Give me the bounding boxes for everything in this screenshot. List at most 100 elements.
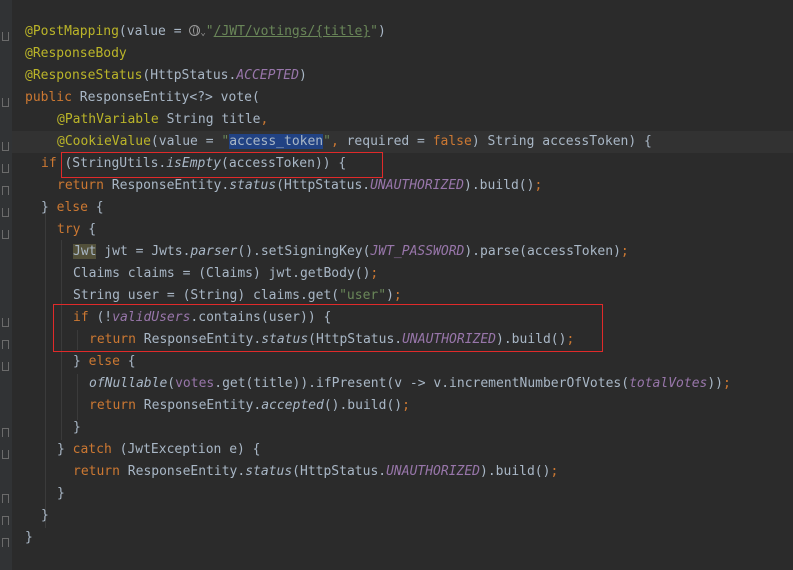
constant-token: JWT_PASSWORD xyxy=(370,244,465,259)
code-line-18[interactable]: return ResponseEntity.accepted().build()… xyxy=(89,395,410,417)
keyword-token: return xyxy=(57,178,104,193)
field-token: totalVotes xyxy=(629,376,708,391)
code-token: ResponseEntity. xyxy=(119,464,246,479)
code-token: { xyxy=(80,222,97,237)
code-token: ResponseEntity. xyxy=(135,398,262,413)
code-line-9[interactable]: } else { xyxy=(41,197,104,219)
code-token: { xyxy=(87,200,104,215)
punctuation-token: ; xyxy=(550,464,559,479)
punctuation-token: , xyxy=(260,112,269,127)
punctuation-token: ; xyxy=(723,376,731,391)
string-token: "user" xyxy=(339,288,387,303)
fold-marker-icon[interactable] xyxy=(2,494,9,503)
code-token: } xyxy=(25,530,33,545)
code-line-5[interactable]: @PathVariable String title, xyxy=(57,109,268,131)
code-token: .get(title)).ifPresent(v -> v.incrementN… xyxy=(214,376,630,391)
code-token: )) xyxy=(707,376,724,391)
code-token: ().setSigningKey( xyxy=(237,244,371,259)
code-line-16[interactable]: } else { xyxy=(73,351,136,373)
punctuation-token: ; xyxy=(393,288,402,303)
code-token: (value = xyxy=(150,134,222,149)
code-line-11[interactable]: Jwt jwt = Jwts.parser().setSigningKey(JW… xyxy=(73,241,629,263)
code-line-3[interactable]: @ResponseStatus(HttpStatus.ACCEPTED) xyxy=(25,65,307,87)
fold-marker-icon[interactable] xyxy=(2,142,9,151)
code-token: ) xyxy=(378,24,386,39)
string-token: " xyxy=(370,24,378,39)
code-token: ).build() xyxy=(464,178,535,193)
fold-marker-icon[interactable] xyxy=(2,230,9,239)
fold-marker-icon[interactable] xyxy=(2,318,9,327)
keyword-token: else xyxy=(88,354,120,369)
indent-guide xyxy=(45,208,46,528)
code-token: } xyxy=(57,486,65,501)
selected-text[interactable]: access_token xyxy=(229,134,324,149)
type-token: Jwt xyxy=(73,244,97,259)
code-token: ().build() xyxy=(323,398,403,413)
code-line-20[interactable]: } catch (JwtException e) { xyxy=(57,439,261,461)
code-token: ).build() xyxy=(480,464,551,479)
punctuation-token: ; xyxy=(370,266,379,281)
code-token: ) xyxy=(298,68,307,83)
code-line-6[interactable]: @CookieValue(value = "access_token", req… xyxy=(57,131,652,153)
fold-marker-icon[interactable] xyxy=(2,362,9,371)
fold-marker-icon[interactable] xyxy=(2,538,9,547)
field-token: votes xyxy=(175,376,215,391)
code-token: ) xyxy=(386,288,394,303)
annotation-token: @ResponseBody xyxy=(25,46,127,61)
keyword-token: false xyxy=(432,134,472,149)
code-line-17[interactable]: ofNullable(votes.get(title)).ifPresent(v… xyxy=(89,373,731,395)
code-token: (JwtException e) { xyxy=(111,442,261,457)
code-token: ResponseEntity. xyxy=(103,178,230,193)
highlight-box-validusers-check xyxy=(53,304,603,352)
fold-marker-icon[interactable] xyxy=(2,516,9,525)
punctuation-token: ; xyxy=(402,398,410,413)
code-line-24[interactable]: } xyxy=(25,527,33,549)
code-line-19[interactable]: } xyxy=(73,417,81,439)
fold-marker-icon[interactable] xyxy=(2,428,9,437)
code-line-21[interactable]: return ResponseEntity.status(HttpStatus.… xyxy=(73,461,558,483)
url-link[interactable]: /JWT/votings/{title} xyxy=(214,24,371,39)
code-editor[interactable]: @PostMapping(value = ⌄"/JWT/votings/{tit… xyxy=(0,0,793,570)
keyword-token: public xyxy=(25,90,72,105)
punctuation-token: ; xyxy=(620,244,629,259)
code-line-4[interactable]: public ResponseEntity<?> vote( xyxy=(25,87,260,109)
editor-gutter xyxy=(0,0,12,570)
fold-marker-icon[interactable] xyxy=(2,208,9,217)
method-token: parser xyxy=(190,244,238,259)
keyword-token: return xyxy=(73,464,120,479)
keyword-token: catch xyxy=(72,442,112,457)
fold-marker-icon[interactable] xyxy=(2,32,9,41)
code-line-23[interactable]: } xyxy=(41,505,49,527)
code-token: required = xyxy=(338,134,433,149)
code-line-2[interactable]: @ResponseBody xyxy=(25,43,127,65)
code-token: } xyxy=(73,420,81,435)
code-token: jwt = Jwts. xyxy=(96,244,191,259)
fold-marker-icon[interactable] xyxy=(2,186,9,195)
code-line-22[interactable]: } xyxy=(57,483,65,505)
code-token: (HttpStatus. xyxy=(142,68,237,83)
annotation-token: @ResponseStatus xyxy=(25,68,143,83)
indent-guide xyxy=(77,374,78,420)
punctuation-token: , xyxy=(330,134,339,149)
code-line-1[interactable]: @PostMapping(value = ⌄"/JWT/votings/{tit… xyxy=(25,21,386,43)
keyword-token: else xyxy=(56,200,88,215)
code-token: String user = (String) claims.get( xyxy=(73,288,340,303)
annotation-token: @CookieValue xyxy=(57,134,151,149)
code-line-12[interactable]: Claims claims = (Claims) jwt.getBody(); xyxy=(73,263,378,285)
method-token: ofNullable xyxy=(89,376,168,391)
code-token: { xyxy=(119,354,136,369)
globe-icon[interactable] xyxy=(189,25,201,36)
code-line-8[interactable]: return ResponseEntity.status(HttpStatus.… xyxy=(57,175,542,197)
fold-marker-icon[interactable] xyxy=(2,340,9,349)
code-token: (HttpStatus. xyxy=(292,464,387,479)
fold-marker-icon[interactable] xyxy=(2,450,9,459)
fold-marker-icon[interactable] xyxy=(2,98,9,107)
punctuation-token: ; xyxy=(534,178,543,193)
code-token: ( xyxy=(167,376,176,391)
method-token: status xyxy=(245,464,293,479)
fold-marker-icon[interactable] xyxy=(2,164,9,173)
keyword-token: if xyxy=(41,156,57,171)
annotation-token: @PathVariable xyxy=(57,112,159,127)
code-line-10[interactable]: try { xyxy=(57,219,96,241)
method-token: accepted xyxy=(261,398,324,413)
